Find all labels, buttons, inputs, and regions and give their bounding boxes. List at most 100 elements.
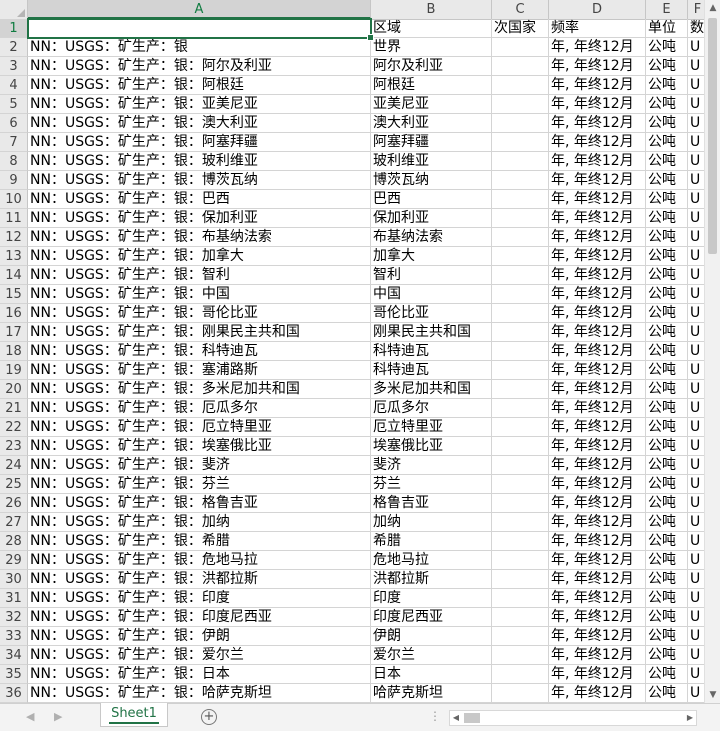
cell-a[interactable]: NN：USGS：矿生产：银 (28, 38, 371, 57)
cell-f[interactable]: U (688, 551, 704, 570)
cell-d[interactable]: 年, 年终12月 (549, 171, 646, 190)
cell-d[interactable]: 年, 年终12月 (549, 608, 646, 627)
cell-e[interactable]: 公吨 (646, 114, 688, 133)
column-header-b[interactable]: B (371, 0, 492, 19)
cell-d[interactable]: 年, 年终12月 (549, 399, 646, 418)
cell-b[interactable]: 亚美尼亚 (371, 95, 492, 114)
cell-d[interactable]: 频率 (549, 19, 646, 38)
cell-a[interactable]: NN：USGS：矿生产：银：保加利亚 (28, 209, 371, 228)
cell-f[interactable]: U (688, 361, 704, 380)
cell-e[interactable]: 公吨 (646, 399, 688, 418)
cell-e[interactable]: 公吨 (646, 304, 688, 323)
row-header[interactable]: 11 (0, 209, 28, 228)
cell-a[interactable]: NN：USGS：矿生产：银：危地马拉 (28, 551, 371, 570)
cell-f[interactable]: U (688, 133, 704, 152)
row-header[interactable]: 29 (0, 551, 28, 570)
row-header[interactable]: 34 (0, 646, 28, 665)
cell-c[interactable] (492, 532, 549, 551)
cell-f[interactable]: U (688, 190, 704, 209)
cell-e[interactable]: 公吨 (646, 684, 688, 703)
cell-f[interactable]: U (688, 684, 704, 703)
cell-d[interactable]: 年, 年终12月 (549, 209, 646, 228)
cell-d[interactable]: 年, 年终12月 (549, 513, 646, 532)
column-header-e[interactable]: E (646, 0, 688, 19)
row-header[interactable]: 21 (0, 399, 28, 418)
cell-f[interactable]: U (688, 76, 704, 95)
cell-d[interactable]: 年, 年终12月 (549, 551, 646, 570)
cell-c[interactable] (492, 190, 549, 209)
row-header[interactable]: 28 (0, 532, 28, 551)
cell-f[interactable]: U (688, 266, 704, 285)
cell-d[interactable]: 年, 年终12月 (549, 228, 646, 247)
cell-c[interactable] (492, 285, 549, 304)
horizontal-scroll-thumb[interactable] (464, 713, 480, 723)
cell-f[interactable]: U (688, 342, 704, 361)
cell-c[interactable] (492, 589, 549, 608)
cell-f[interactable]: U (688, 665, 704, 684)
cell-e[interactable]: 公吨 (646, 627, 688, 646)
cell-d[interactable]: 年, 年终12月 (549, 532, 646, 551)
cell-b[interactable]: 玻利维亚 (371, 152, 492, 171)
cell-a[interactable]: NN：USGS：矿生产：银：印度 (28, 589, 371, 608)
cell-e[interactable]: 公吨 (646, 323, 688, 342)
cell-b[interactable]: 科特迪瓦 (371, 342, 492, 361)
cell-d[interactable]: 年, 年终12月 (549, 190, 646, 209)
cell-c[interactable] (492, 361, 549, 380)
cell-b[interactable]: 智利 (371, 266, 492, 285)
cell-e[interactable]: 公吨 (646, 665, 688, 684)
sheet-tab-sheet1[interactable]: Sheet1 (100, 703, 168, 727)
cell-e[interactable]: 公吨 (646, 76, 688, 95)
cell-c[interactable] (492, 551, 549, 570)
row-header[interactable]: 23 (0, 437, 28, 456)
cell-b[interactable]: 危地马拉 (371, 551, 492, 570)
cell-b[interactable]: 芬兰 (371, 475, 492, 494)
row-header[interactable]: 3 (0, 57, 28, 76)
cell-e[interactable]: 公吨 (646, 361, 688, 380)
cell-f[interactable]: U (688, 608, 704, 627)
row-header[interactable]: 13 (0, 247, 28, 266)
cell-e[interactable]: 公吨 (646, 171, 688, 190)
cell-e[interactable]: 公吨 (646, 570, 688, 589)
cell-e[interactable]: 公吨 (646, 152, 688, 171)
cell-e[interactable]: 公吨 (646, 513, 688, 532)
cell-d[interactable]: 年, 年终12月 (549, 361, 646, 380)
row-header[interactable]: 19 (0, 361, 28, 380)
row-header[interactable]: 6 (0, 114, 28, 133)
cell-f[interactable]: U (688, 418, 704, 437)
cell-a[interactable]: NN：USGS：矿生产：银：布基纳法索 (28, 228, 371, 247)
cell-d[interactable]: 年, 年终12月 (549, 646, 646, 665)
more-options-icon[interactable]: ⋮ (429, 709, 441, 723)
cell-e[interactable]: 公吨 (646, 437, 688, 456)
cell-d[interactable]: 年, 年终12月 (549, 38, 646, 57)
cell-e[interactable]: 公吨 (646, 475, 688, 494)
cell-b[interactable]: 巴西 (371, 190, 492, 209)
add-sheet-icon[interactable]: + (201, 709, 217, 725)
cell-f[interactable]: U (688, 228, 704, 247)
cell-a[interactable]: NN：USGS：矿生产：银：刚果民主共和国 (28, 323, 371, 342)
cell-e[interactable]: 公吨 (646, 551, 688, 570)
cell-e[interactable]: 公吨 (646, 57, 688, 76)
cell-a[interactable]: NN：USGS：矿生产：银：加纳 (28, 513, 371, 532)
cell-d[interactable]: 年, 年终12月 (549, 304, 646, 323)
cell-f[interactable]: U (688, 171, 704, 190)
cell-c[interactable] (492, 684, 549, 703)
row-header[interactable]: 27 (0, 513, 28, 532)
cell-c[interactable] (492, 133, 549, 152)
row-header[interactable]: 26 (0, 494, 28, 513)
next-sheet-icon[interactable]: ▶ (54, 710, 62, 723)
cell-c[interactable] (492, 323, 549, 342)
cell-b[interactable]: 阿尔及利亚 (371, 57, 492, 76)
cell-f[interactable]: U (688, 570, 704, 589)
cell-b[interactable]: 洪都拉斯 (371, 570, 492, 589)
cell-c[interactable] (492, 209, 549, 228)
cell-b[interactable]: 厄瓜多尔 (371, 399, 492, 418)
cell-c[interactable] (492, 304, 549, 323)
cell-f[interactable]: U (688, 209, 704, 228)
vertical-scroll-thumb[interactable] (708, 18, 717, 254)
cell-a[interactable]: NN：USGS：矿生产：银：阿塞拜疆 (28, 133, 371, 152)
row-header[interactable]: 8 (0, 152, 28, 171)
cell-f[interactable]: 数 (688, 19, 704, 38)
cell-d[interactable]: 年, 年终12月 (549, 133, 646, 152)
cell-e[interactable]: 公吨 (646, 456, 688, 475)
cell-d[interactable]: 年, 年终12月 (549, 437, 646, 456)
